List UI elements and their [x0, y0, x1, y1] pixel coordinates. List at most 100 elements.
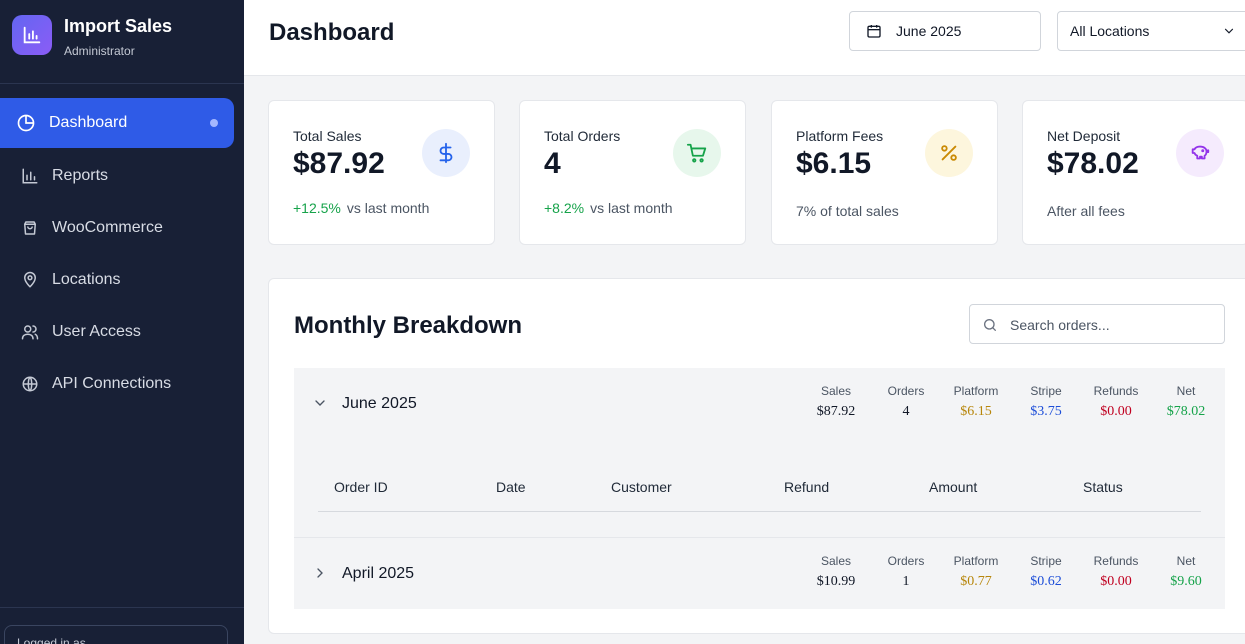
user-role: Administrator [64, 44, 135, 58]
app-logo-icon [12, 15, 52, 55]
sidebar-nav: Dashboard Reports WooCommerce Locations [0, 98, 244, 410]
metric-value: $0.77 [960, 574, 992, 589]
bar-chart-icon [20, 166, 40, 186]
metric-platform: Platform $6.15 [941, 384, 1011, 420]
metric-orders: Orders 1 [871, 554, 941, 590]
metric-label: Platform [953, 554, 999, 568]
metric-orders: Orders 4 [871, 384, 941, 420]
metric-platform: Platform $0.77 [941, 554, 1011, 590]
map-pin-icon [20, 270, 40, 290]
month-row-june-2025[interactable]: June 2025 Sales $87.92 Orders 4 Platform $6… [294, 368, 1225, 538]
sidebar-item-label: Dashboard [49, 114, 128, 131]
metric-label: Net [1176, 384, 1196, 398]
metric-value: $3.75 [1030, 404, 1062, 419]
stat-change: +12.5% vs last month [293, 200, 429, 216]
metric-value: $0.00 [1100, 574, 1132, 589]
location-select[interactable]: All Locations [1057, 11, 1245, 51]
sidebar-item-dashboard[interactable]: Dashboard [0, 98, 234, 148]
search-input[interactable] [1010, 314, 1210, 336]
stat-change-percent: +8.2% [544, 200, 585, 216]
stat-change-note: vs last month [346, 200, 430, 216]
stat-change: +8.2% vs last month [544, 200, 673, 216]
percent-icon [925, 129, 973, 177]
metric-value: 1 [902, 574, 910, 589]
brand: Import Sales Administrator [0, 0, 244, 84]
location-select-value: All Locations [1070, 23, 1150, 39]
stat-label: Total Sales [293, 128, 362, 144]
metric-label: Refunds [1093, 384, 1139, 398]
sidebar-item-api-connections[interactable]: API Connections [0, 358, 244, 410]
column-header-customer[interactable]: Customer [611, 479, 672, 495]
sidebar: Import Sales Administrator Dashboard Rep… [0, 0, 244, 644]
sidebar-item-label: API Connections [52, 375, 172, 392]
stat-card-total-sales: Total Sales $87.92 +12.5% vs last month [268, 100, 495, 245]
metric-label: Platform [953, 384, 999, 398]
page-title: Dashboard [269, 19, 395, 46]
metric-label: Stripe [1030, 384, 1062, 398]
sidebar-item-user-access[interactable]: User Access [0, 306, 244, 358]
stat-note: 7% of total sales [796, 203, 899, 219]
sidebar-item-locations[interactable]: Locations [0, 254, 244, 306]
search-box [969, 304, 1225, 344]
column-header-status[interactable]: Status [1083, 479, 1123, 495]
panel-title: Monthly Breakdown [294, 312, 523, 339]
stat-label: Total Orders [544, 128, 621, 144]
metric-net: Net $9.60 [1151, 554, 1221, 590]
sidebar-item-label: Reports [52, 167, 109, 184]
metric-value: $6.15 [960, 404, 992, 419]
metric-sales: Sales $10.99 [801, 554, 871, 590]
metric-value: $0.00 [1100, 404, 1132, 419]
chevron-down-icon[interactable] [312, 395, 328, 411]
logged-in-box: Logged in as [4, 625, 228, 644]
metric-value: $9.60 [1170, 574, 1202, 589]
stat-value: $87.92 [293, 147, 385, 180]
metric-sales: Sales $87.92 [801, 384, 871, 420]
metric-value: 4 [902, 404, 910, 419]
metric-net: Net $78.02 [1151, 384, 1221, 420]
monthly-breakdown-panel: Monthly Breakdown June 2025 Sales $87.92 … [268, 278, 1245, 634]
metric-stripe: Stripe $3.75 [1011, 384, 1081, 420]
stat-value: 4 [544, 147, 561, 180]
search-icon [982, 317, 998, 333]
piggy-bank-icon [1176, 129, 1224, 177]
metric-refunds: Refunds $0.00 [1081, 554, 1151, 590]
column-header-date[interactable]: Date [496, 479, 526, 495]
stat-note: After all fees [1047, 203, 1125, 219]
sidebar-item-label: WooCommerce [52, 219, 163, 236]
sidebar-footer: Logged in as [0, 607, 244, 644]
top-header: Dashboard June 2025 All Locations [244, 0, 1245, 76]
column-header-amount[interactable]: Amount [929, 479, 977, 495]
sidebar-item-label: User Access [52, 323, 141, 340]
metric-label: Orders [887, 554, 925, 568]
month-name: April 2025 [342, 565, 415, 582]
column-header-refund[interactable]: Refund [784, 479, 829, 495]
stat-card-platform-fees: Platform Fees $6.15 7% of total sales [771, 100, 998, 245]
stat-card-net-deposit: Net Deposit $78.02 After all fees [1022, 100, 1245, 245]
metric-label: Stripe [1030, 554, 1062, 568]
metric-label: Sales [820, 554, 852, 568]
column-header-order-id[interactable]: Order ID [334, 479, 388, 495]
cart-icon [673, 129, 721, 177]
dashboard-icon [16, 113, 36, 133]
metric-label: Orders [887, 384, 925, 398]
date-picker[interactable]: June 2025 [849, 11, 1041, 51]
metric-value: $78.02 [1166, 404, 1206, 419]
sidebar-item-woocommerce[interactable]: WooCommerce [0, 202, 244, 254]
month-name: June 2025 [342, 395, 417, 412]
metric-label: Refunds [1093, 554, 1139, 568]
stat-change-note: vs last month [590, 200, 673, 216]
stat-value: $78.02 [1047, 147, 1139, 180]
calendar-icon [866, 23, 882, 39]
metric-value: $87.92 [816, 404, 856, 419]
active-indicator-dot [210, 119, 218, 127]
metric-value: $0.62 [1030, 574, 1062, 589]
metric-label: Net [1176, 554, 1196, 568]
sidebar-item-reports[interactable]: Reports [0, 150, 244, 202]
stat-label: Net Deposit [1047, 128, 1121, 144]
sidebar-item-label: Locations [52, 271, 121, 288]
metric-refunds: Refunds $0.00 [1081, 384, 1151, 420]
metric-stripe: Stripe $0.62 [1011, 554, 1081, 590]
metric-value: $10.99 [816, 574, 856, 589]
chevron-right-icon[interactable] [312, 565, 328, 581]
month-row-april-2025[interactable]: April 2025 Sales $10.99 Orders 1 Platform $… [294, 537, 1225, 609]
